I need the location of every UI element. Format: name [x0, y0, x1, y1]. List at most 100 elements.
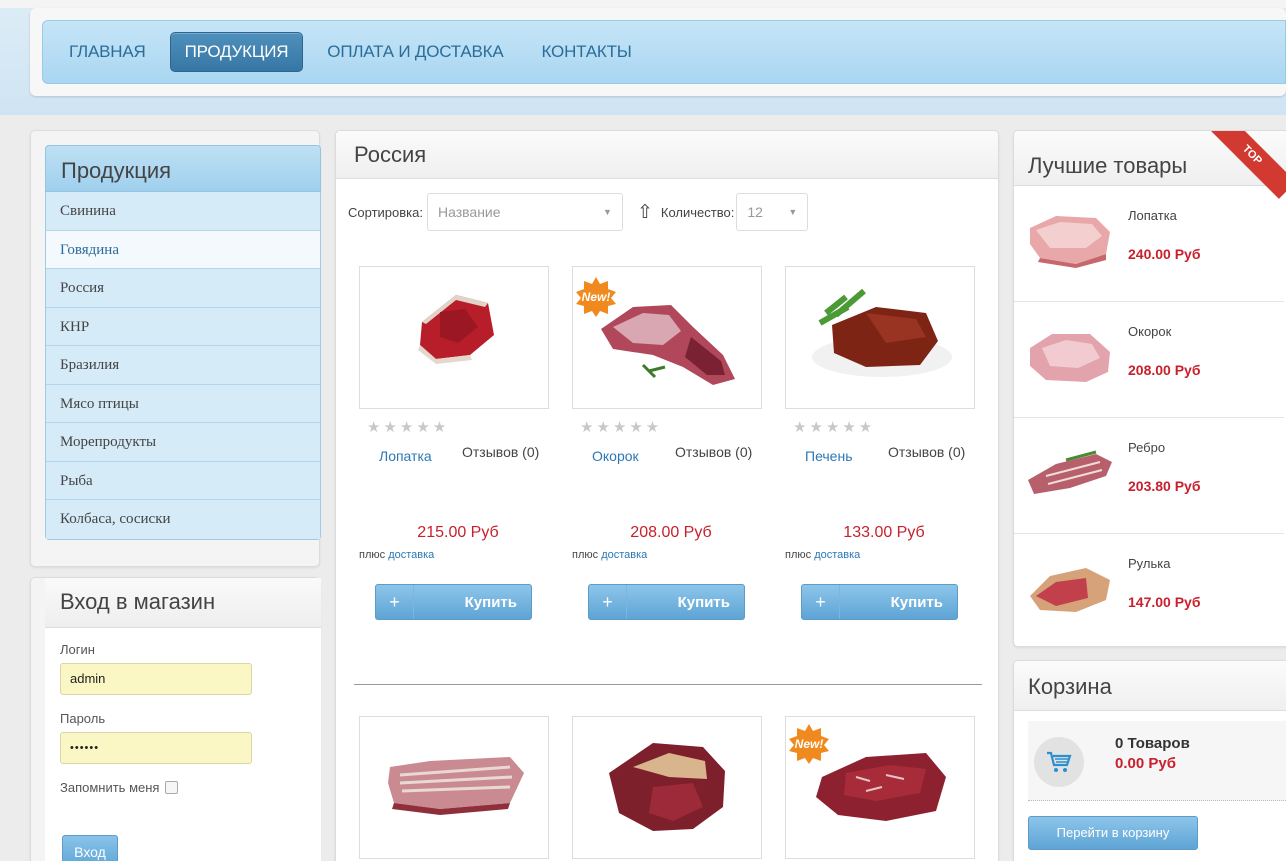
delivery-link[interactable]: доставка — [601, 549, 647, 561]
best-item-price: 147.00 Руб — [1128, 594, 1201, 610]
product-image[interactable] — [359, 266, 549, 409]
login-header: Вход в магазин — [45, 578, 321, 628]
best-item-name[interactable]: Рулька — [1128, 556, 1170, 571]
login-label: Логин — [60, 642, 95, 657]
category-beef[interactable]: Говядина — [46, 230, 320, 269]
products-panel: Россия Сортировка: Название ▼ ⇧ Количест… — [335, 130, 999, 861]
remember-label: Запомнить меня — [60, 780, 160, 795]
category-sausages[interactable]: Колбаса, сосиски — [46, 500, 320, 539]
cart-count: 0 Товаров — [1115, 735, 1190, 752]
plus-text: плюс — [359, 549, 386, 561]
best-item-price: 240.00 Руб — [1128, 246, 1201, 262]
best-item-price: 208.00 Руб — [1128, 362, 1201, 378]
count-select[interactable]: 12 ▼ — [736, 193, 809, 231]
cart-panel: Корзина 0 Товаров 0.00 Руб Перейти в кор… — [1013, 660, 1286, 861]
rating-stars[interactable]: ★★★★★ — [367, 418, 449, 436]
rating-stars[interactable]: ★★★★★ — [580, 418, 662, 436]
buy-button[interactable]: + Купить — [375, 584, 532, 620]
chevron-down-icon: ▼ — [603, 207, 612, 217]
nav-contacts[interactable]: КОНТАКТЫ — [528, 33, 646, 71]
product-price: 133.00 Руб — [843, 524, 925, 541]
ribs-image — [1028, 450, 1112, 494]
category-list: Свинина Говядина Россия КНР Бразилия Мяс… — [45, 192, 321, 540]
product-reviews[interactable]: Отзывов (0) — [462, 444, 539, 460]
sort-value: Название — [437, 204, 501, 220]
sort-select[interactable]: Название ▼ — [426, 193, 623, 231]
new-badge-text: New! — [581, 290, 611, 304]
cart-title: Корзина — [1028, 674, 1112, 699]
ribs-image — [388, 757, 524, 815]
product-image[interactable] — [785, 266, 975, 409]
ham-image — [1030, 334, 1110, 382]
category-brazil[interactable]: Бразилия — [46, 346, 320, 385]
count-label: Количество: — [660, 204, 735, 220]
delivery-note: плюс доставка — [359, 549, 434, 561]
login-title: Вход в магазин — [60, 589, 216, 614]
category-pork[interactable]: Свинина — [46, 192, 320, 231]
cart-summary: 0 Товаров 0.00 Руб — [1028, 721, 1286, 801]
cart-icon — [1034, 737, 1084, 787]
login-button[interactable]: Вход — [62, 835, 118, 861]
login-input[interactable]: admin — [60, 663, 252, 695]
buy-label: Купить — [677, 593, 730, 611]
category-seafood[interactable]: Морепродукты — [46, 423, 320, 462]
best-item-name[interactable]: Окорок — [1128, 324, 1171, 339]
product-name-link[interactable]: Лопатка — [379, 448, 432, 464]
buy-label: Купить — [464, 593, 517, 611]
category-poultry[interactable]: Мясо птицы — [46, 384, 320, 423]
nav-products[interactable]: ПРОДУКЦИЯ — [169, 32, 304, 72]
row-divider — [354, 684, 982, 685]
go-to-cart-button[interactable]: Перейти в корзину — [1028, 816, 1198, 850]
best-products-panel: Лучшие товары TOP Лопатка 240.00 Руб Око… — [1013, 130, 1286, 647]
best-item-price: 203.80 Руб — [1128, 478, 1201, 494]
best-item[interactable]: Лопатка 240.00 Руб — [1014, 186, 1284, 302]
buy-label: Купить — [890, 593, 943, 611]
buy-button[interactable]: + Купить — [588, 584, 745, 620]
login-panel: Вход в магазин Логин admin Пароль ••••••… — [30, 577, 321, 861]
product-image[interactable] — [359, 716, 549, 859]
best-item[interactable]: Окорок 208.00 Руб — [1014, 302, 1284, 418]
delivery-note: плюс доставка — [572, 549, 647, 561]
main-nav: ГЛАВНАЯ ПРОДУКЦИЯ ОПЛАТА И ДОСТАВКА КОНТ… — [42, 20, 1286, 84]
product-reviews[interactable]: Отзывов (0) — [888, 444, 965, 460]
delivery-link[interactable]: доставка — [388, 549, 434, 561]
pork-shoulder-image — [1030, 216, 1110, 268]
best-item-name[interactable]: Лопатка — [1128, 208, 1177, 223]
plus-text: плюс — [572, 549, 599, 561]
remember-checkbox[interactable] — [165, 781, 179, 794]
product-price: 208.00 Руб — [630, 524, 712, 541]
sort-direction-icon[interactable]: ⇧ — [637, 201, 653, 224]
best-item[interactable]: Рулька 147.00 Руб — [1014, 534, 1284, 646]
nav-payment-delivery[interactable]: ОПЛАТА И ДОСТАВКА — [313, 33, 517, 71]
count-value: 12 — [747, 204, 763, 220]
new-badge-text: New! — [794, 737, 824, 751]
best-item-name[interactable]: Ребро — [1128, 440, 1165, 455]
nav-home[interactable]: ГЛАВНАЯ — [55, 33, 160, 71]
remember-row: Запомнить меня — [60, 780, 321, 795]
password-input[interactable]: •••••• — [60, 732, 252, 764]
rating-stars[interactable]: ★★★★★ — [793, 418, 875, 436]
buy-button[interactable]: + Купить — [801, 584, 958, 620]
plus-icon: + — [802, 585, 840, 619]
product-reviews[interactable]: Отзывов (0) — [675, 444, 752, 460]
product-name-link[interactable]: Окорок — [592, 448, 639, 464]
best-item[interactable]: Ребро 203.80 Руб — [1014, 418, 1284, 534]
delivery-link[interactable]: доставка — [814, 549, 860, 561]
new-badge: New! — [788, 723, 830, 765]
password-label: Пароль — [60, 711, 106, 726]
product-price: 215.00 Руб — [417, 524, 499, 541]
product-image[interactable] — [572, 716, 762, 859]
plus-text: плюс — [785, 549, 812, 561]
categories-title: Продукция — [61, 158, 172, 183]
category-china[interactable]: КНР — [46, 307, 320, 346]
plus-icon: + — [589, 585, 627, 619]
heart-image — [609, 743, 725, 831]
category-russia[interactable]: Россия — [46, 269, 320, 308]
product-name-link[interactable]: Печень — [805, 448, 853, 464]
meat-image — [418, 295, 494, 364]
products-header: Россия — [336, 131, 998, 179]
shopping-cart-icon — [1047, 751, 1072, 772]
category-fish[interactable]: Рыба — [46, 461, 320, 500]
sort-label: Сортировка: — [348, 204, 423, 220]
login-form: Логин admin Пароль •••••• Запомнить меня… — [45, 628, 321, 861]
